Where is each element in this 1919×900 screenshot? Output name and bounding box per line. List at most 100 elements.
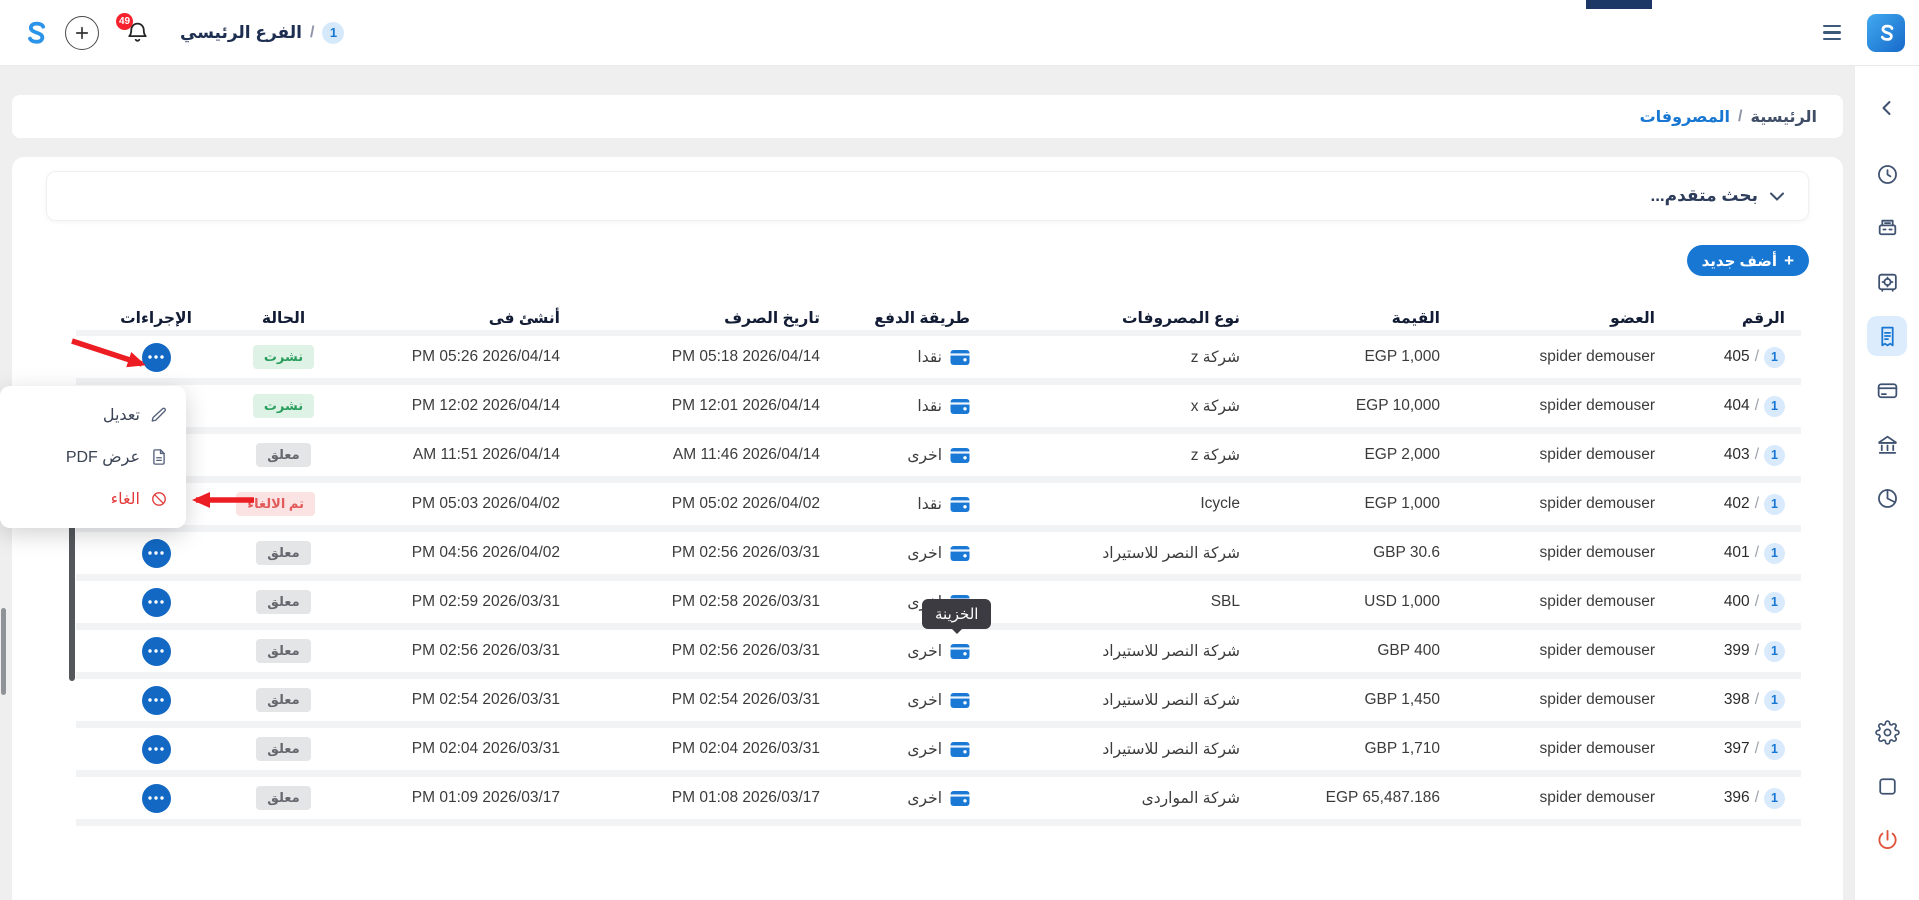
- cell-number: 1 / 400: [1671, 592, 1801, 613]
- safe-icon[interactable]: [1867, 262, 1907, 302]
- cell-expense-type: شركة النصر للاستيراد: [986, 691, 1256, 710]
- treasury-wallet-icon[interactable]: [950, 496, 970, 513]
- cell-member: spider demouser: [1456, 789, 1671, 807]
- treasury-wallet-icon[interactable]: [950, 643, 970, 660]
- cash-register-icon[interactable]: [1867, 208, 1907, 248]
- ellipsis-icon: [148, 649, 164, 653]
- treasury-wallet-icon[interactable]: [950, 545, 970, 562]
- treasury-wallet-icon[interactable]: [950, 398, 970, 415]
- cell-payment-method: نقدا: [836, 348, 986, 367]
- add-new-button[interactable]: + أضف جديد: [1687, 245, 1809, 276]
- cell-member: spider demouser: [1456, 691, 1671, 709]
- status-badge: تم الالغاء: [236, 492, 315, 516]
- treasury-wallet-icon[interactable]: [950, 790, 970, 807]
- cell-created-at: AM 11:51 2026/04/14: [331, 446, 576, 464]
- treasury-wallet-icon[interactable]: [950, 447, 970, 464]
- breadcrumb-home-link[interactable]: الرئيسية: [1751, 107, 1818, 127]
- row-number: 399: [1724, 642, 1750, 660]
- branch-breadcrumb[interactable]: 1 / الفرع الرئيسي: [180, 22, 344, 44]
- advanced-search-toggle[interactable]: بحث متقدم...: [46, 171, 1809, 221]
- payment-method-label: نقدا: [917, 348, 942, 367]
- row-number: 402: [1724, 495, 1750, 513]
- count-badge: 1: [1764, 592, 1785, 613]
- cell-value: GBP 1,710: [1256, 740, 1456, 758]
- cell-member: spider demouser: [1456, 397, 1671, 415]
- row-number: 405: [1724, 348, 1750, 366]
- table-header: الرقم العضو القيمة نوع المصروفات طريقة ا…: [76, 306, 1801, 336]
- number-separator: /: [1755, 397, 1759, 415]
- row-actions-button[interactable]: [142, 784, 171, 813]
- row-actions-button[interactable]: [142, 637, 171, 666]
- row-actions-button[interactable]: [142, 686, 171, 715]
- cell-status: معلق: [236, 443, 331, 467]
- quick-add-button[interactable]: [65, 16, 99, 50]
- cell-created-at: PM 02:54 2026/03/31: [331, 691, 576, 709]
- notifications-button[interactable]: 49: [125, 20, 150, 45]
- cell-member: spider demouser: [1456, 740, 1671, 758]
- number-separator: /: [1755, 789, 1759, 807]
- chevron-down-icon: [1770, 192, 1784, 201]
- page-scrollbar[interactable]: [1, 608, 6, 695]
- number-separator: /: [1755, 593, 1759, 611]
- status-badge: نشرت: [253, 345, 314, 369]
- treasury-wallet-icon[interactable]: [950, 741, 970, 758]
- expenses-table: الرقم العضو القيمة نوع المصروفات طريقة ا…: [76, 306, 1801, 826]
- cell-status: معلق: [236, 688, 331, 712]
- cell-member: spider demouser: [1456, 446, 1671, 464]
- menu-item-view-pdf[interactable]: عرض PDF: [0, 436, 186, 478]
- wallet-icon[interactable]: [1867, 370, 1907, 410]
- cell-status: معلق: [236, 786, 331, 810]
- table-row: 1 / 396 spider demouser EGP 65,487.186 ش…: [76, 777, 1801, 826]
- square-icon[interactable]: [1867, 766, 1907, 806]
- cell-payment-method: نقدا: [836, 495, 986, 514]
- count-badge: 1: [1764, 641, 1785, 662]
- cell-number: 1 / 402: [1671, 494, 1801, 515]
- row-number: 397: [1724, 740, 1750, 758]
- notifications-badge: 49: [116, 13, 133, 30]
- cell-actions: [76, 588, 236, 617]
- pie-chart-icon[interactable]: [1867, 478, 1907, 518]
- screen-artifact: [1586, 0, 1652, 9]
- plus-icon: [73, 24, 91, 42]
- cell-number: 1 / 404: [1671, 396, 1801, 417]
- payment-method-label: اخرى: [907, 789, 942, 808]
- treasury-wallet-icon[interactable]: [950, 349, 970, 366]
- row-actions-button[interactable]: [142, 735, 171, 764]
- cell-value: GBP 400: [1256, 642, 1456, 660]
- cell-status: معلق: [236, 639, 331, 663]
- cell-created-at: PM 02:04 2026/03/31: [331, 740, 576, 758]
- number-separator: /: [1755, 544, 1759, 562]
- header-expense-type: نوع المصروفات: [986, 309, 1256, 328]
- row-actions-button[interactable]: [142, 588, 171, 617]
- status-badge: معلق: [256, 688, 310, 712]
- header-number: الرقم: [1671, 309, 1801, 328]
- status-badge: معلق: [256, 541, 310, 565]
- hamburger-menu-icon[interactable]: [1823, 25, 1841, 40]
- row-actions-button[interactable]: [142, 539, 171, 568]
- cell-created-at: PM 02:59 2026/03/31: [331, 593, 576, 611]
- menu-item-cancel-label: الغاء: [111, 489, 140, 509]
- cell-spend-date: PM 01:08 2026/03/17: [576, 789, 836, 807]
- ellipsis-icon: [148, 796, 164, 800]
- topbar: 49 1 / الفرع الرئيسي: [0, 0, 1919, 66]
- menu-item-cancel[interactable]: الغاء: [0, 478, 186, 520]
- collapse-chevron-icon[interactable]: [1867, 88, 1907, 128]
- cell-spend-date: PM 02:58 2026/03/31: [576, 593, 836, 611]
- bank-icon[interactable]: [1867, 424, 1907, 464]
- cell-member: spider demouser: [1456, 348, 1671, 366]
- menu-item-edit[interactable]: تعديل: [0, 394, 186, 436]
- cell-spend-date: PM 02:54 2026/03/31: [576, 691, 836, 709]
- cell-expense-type: شركة z: [986, 348, 1256, 367]
- history-icon[interactable]: [1867, 154, 1907, 194]
- sidebar: [1855, 66, 1919, 900]
- count-badge: 1: [1764, 347, 1785, 368]
- power-icon[interactable]: [1867, 820, 1907, 860]
- treasury-wallet-icon[interactable]: [950, 692, 970, 709]
- invoices-icon[interactable]: [1867, 316, 1907, 356]
- ellipsis-icon: [148, 698, 164, 702]
- cell-spend-date: PM 02:56 2026/03/31: [576, 544, 836, 562]
- row-actions-button[interactable]: [142, 343, 171, 372]
- count-badge: 1: [1764, 739, 1785, 760]
- settings-icon[interactable]: [1867, 712, 1907, 752]
- app-logo-icon: [1867, 14, 1905, 52]
